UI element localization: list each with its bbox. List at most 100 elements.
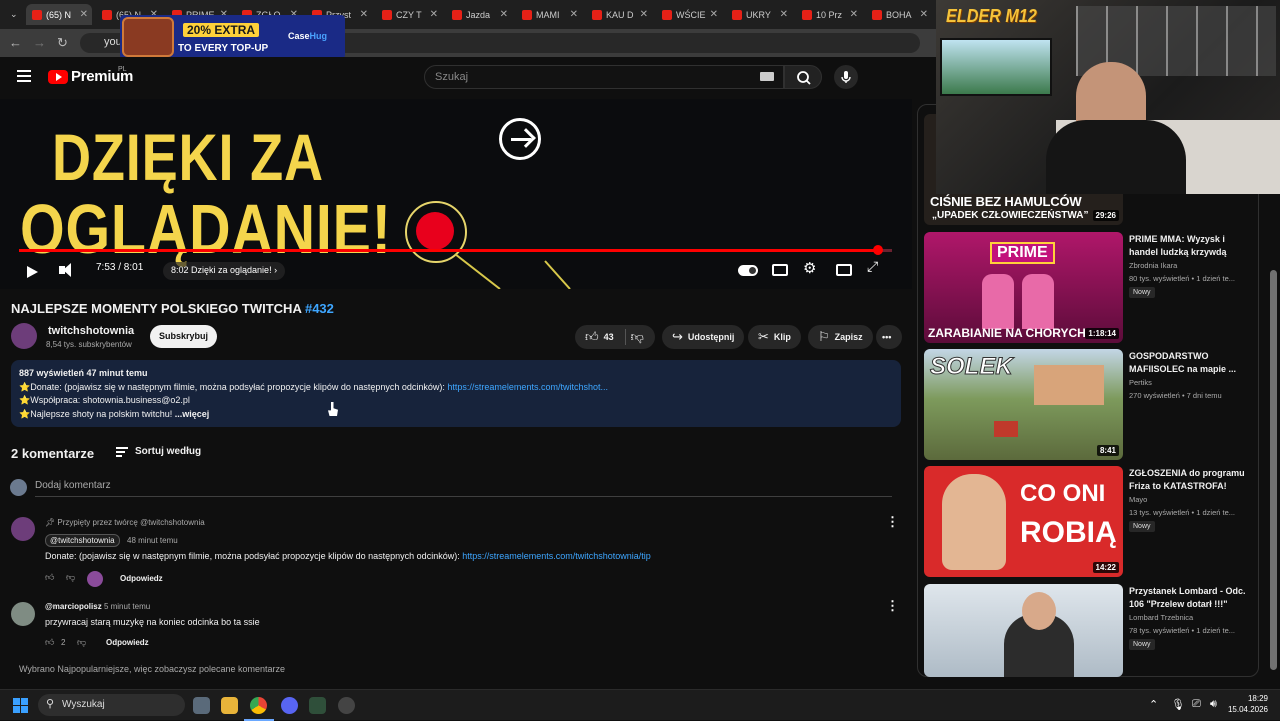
reload-icon[interactable]: ↻	[57, 35, 68, 51]
close-tab-icon[interactable]: ✕	[640, 9, 652, 20]
comment-author-chip[interactable]: @twitchshotownia	[45, 534, 120, 547]
recommendation-channel[interactable]: Mayo	[1129, 495, 1147, 504]
browser-tab[interactable]: Jazda ✕	[446, 4, 512, 25]
browser-tab[interactable]: 10 Prz ✕	[796, 4, 862, 25]
close-tab-icon[interactable]: ✕	[80, 9, 92, 20]
windows-start-icon[interactable]	[13, 698, 29, 714]
close-tab-icon[interactable]: ✕	[360, 9, 372, 20]
comment-avatar[interactable]	[11, 602, 35, 626]
browser-tab[interactable]: MAMI ✕	[516, 4, 582, 25]
scrollbar[interactable]	[1270, 270, 1277, 670]
theater-mode-icon[interactable]	[836, 264, 852, 276]
recommendation-channel[interactable]: Lombard Trzebnica	[1129, 613, 1193, 622]
share-button[interactable]: ↪ Udostępnij	[662, 325, 745, 349]
close-tab-icon[interactable]: ✕	[710, 9, 722, 20]
file-explorer-icon[interactable]	[221, 697, 238, 714]
search-input[interactable]: Szukaj	[424, 65, 784, 89]
save-button[interactable]: ⚐ Zapisz	[808, 325, 873, 349]
channel-name[interactable]: twitchshotownia	[48, 325, 134, 337]
recommendation-title[interactable]: ZGŁOSZENIA do programu Friza to KATASTRO…	[1129, 467, 1247, 492]
taskbar-search[interactable]: ⚲ Wyszukaj	[38, 694, 185, 716]
close-tab-icon[interactable]: ✕	[500, 9, 512, 20]
show-more-link[interactable]: ...więcej	[175, 409, 210, 419]
tab-list-button[interactable]: ⌄	[4, 4, 22, 25]
video-player[interactable]: DZIĘKI ZA OGLĄDANIE! 7:53 / 8:01 8:02 Dz…	[0, 99, 912, 289]
obs-icon[interactable]	[338, 697, 355, 714]
close-tab-icon[interactable]: ✕	[920, 9, 932, 20]
sort-icon[interactable]	[116, 447, 128, 457]
voice-search-button[interactable]	[834, 65, 858, 89]
progress-scrubber[interactable]	[873, 245, 884, 255]
reply-button[interactable]: Odpowiedz	[120, 574, 163, 583]
comment-dislike-icon[interactable]: 👎︎	[66, 572, 75, 583]
more-actions-button[interactable]: •••	[876, 325, 902, 349]
close-tab-icon[interactable]: ✕	[780, 9, 792, 20]
thumbs-up-icon[interactable]: 👍︎	[585, 329, 599, 345]
discord-icon[interactable]	[281, 697, 298, 714]
recommendation-title[interactable]: Przystanek Lombard - Odc. 106 "Przelew d…	[1129, 585, 1247, 610]
comment-avatar[interactable]	[11, 517, 35, 541]
description-box[interactable]: 887 wyświetleń 47 minut temu ⭐Donate: (p…	[11, 360, 901, 427]
recommendation-channel[interactable]: Pertiks	[1129, 378, 1152, 387]
keyboard-icon[interactable]	[760, 72, 774, 81]
video-thumbnail[interactable]	[924, 584, 1123, 677]
browser-tab[interactable]: BOHA ✕	[866, 4, 932, 25]
close-tab-icon[interactable]: ✕	[570, 9, 582, 20]
ad-banner[interactable]: 20% EXTRA TO EVERY TOP-UP CaseHug	[120, 15, 345, 59]
browser-tab[interactable]: WŚCIE ✕	[656, 4, 722, 25]
volume-icon[interactable]	[59, 263, 71, 277]
thumbs-down-icon[interactable]: 👎︎	[631, 329, 644, 345]
clip-button[interactable]: ✂ Klip	[748, 325, 801, 349]
chapter-button[interactable]: 8:02 Dzięki za oglądanie! ›	[163, 262, 286, 280]
recommendation-title[interactable]: GOSPODARSTWO MAFIISOLEC na mapie ...	[1129, 350, 1247, 375]
video-thumbnail[interactable]: CO ONI ROBIĄ 14:22	[924, 466, 1123, 577]
search-button[interactable]	[784, 65, 822, 89]
browser-tab[interactable]: UKRY ✕	[726, 4, 792, 25]
comment-time[interactable]: 48 minut temu	[127, 536, 178, 545]
reply-button[interactable]: Odpowiedz	[106, 638, 149, 647]
close-tab-icon[interactable]: ✕	[430, 9, 442, 20]
chevron-up-icon[interactable]: ⌃	[1149, 698, 1158, 711]
speaker-icon[interactable]: 🔊︎	[1210, 698, 1217, 711]
comment-like-icon[interactable]: 👍︎	[45, 637, 54, 648]
fullscreen-icon[interactable]: ⤢	[867, 258, 878, 275]
comment-menu-icon[interactable]: ⋮	[886, 515, 899, 528]
subscribe-button[interactable]: Subskrybuj	[150, 325, 217, 348]
hashtag-link[interactable]: #432	[305, 301, 334, 316]
xbox-icon[interactable]	[309, 697, 326, 714]
comment-text: Donate: (pojawisz się w następnym filmie…	[45, 551, 651, 561]
mic-icon[interactable]: 🎙︎	[1171, 698, 1185, 711]
tip-link[interactable]: https://streamelements.com/twitchshotown…	[462, 551, 651, 561]
add-comment-input[interactable]: Dodaj komentarz	[35, 480, 111, 491]
next-video-arrow-icon[interactable]	[499, 118, 541, 160]
chrome-icon[interactable]	[250, 697, 267, 714]
channel-avatar[interactable]	[11, 323, 37, 349]
browser-tab[interactable]: KAU D ✕	[586, 4, 652, 25]
comment-like-icon[interactable]: 👍︎	[45, 572, 54, 583]
browser-tab[interactable]: (65) N✕	[26, 4, 92, 25]
comment-author[interactable]: @marciopolisz	[45, 602, 102, 611]
close-tab-icon[interactable]: ✕	[850, 9, 862, 20]
task-view-icon[interactable]	[193, 697, 210, 714]
video-thumbnail[interactable]: SOLEK 8:41	[924, 349, 1123, 460]
sort-button[interactable]: Sortuj według	[135, 446, 201, 457]
back-icon[interactable]: ←	[9, 35, 22, 50]
video-thumbnail[interactable]: PRIME ZARABIANIE NA CHORYCH 1:18:14	[924, 232, 1123, 343]
donate-link[interactable]: https://streamelements.com/twitchshot...	[447, 382, 608, 392]
youtube-logo-icon[interactable]	[48, 70, 68, 84]
subtitles-icon[interactable]	[772, 264, 788, 276]
recommendation-title[interactable]: PRIME MMA: Wyzysk i handel ludzką krzywd…	[1129, 233, 1247, 258]
autoplay-toggle[interactable]	[738, 265, 758, 276]
browser-tab[interactable]: CZY T ✕	[376, 4, 442, 25]
recommendation-channel[interactable]: Zbrodnia Ikara	[1129, 261, 1177, 270]
display-icon[interactable]: ⎚	[1192, 698, 1201, 711]
like-count[interactable]: 43	[604, 332, 614, 342]
taskbar-clock[interactable]: 18:29 15.04.2026	[1226, 693, 1268, 715]
settings-gear-icon[interactable]: ⚙	[803, 259, 816, 277]
play-icon[interactable]	[27, 266, 38, 278]
forward-icon[interactable]: →	[33, 35, 46, 50]
comment-dislike-icon[interactable]: 👎︎	[77, 637, 86, 648]
progress-bar[interactable]	[19, 245, 892, 255]
comment-menu-icon[interactable]: ⋮	[886, 599, 899, 612]
hamburger-menu-icon[interactable]	[17, 70, 31, 82]
